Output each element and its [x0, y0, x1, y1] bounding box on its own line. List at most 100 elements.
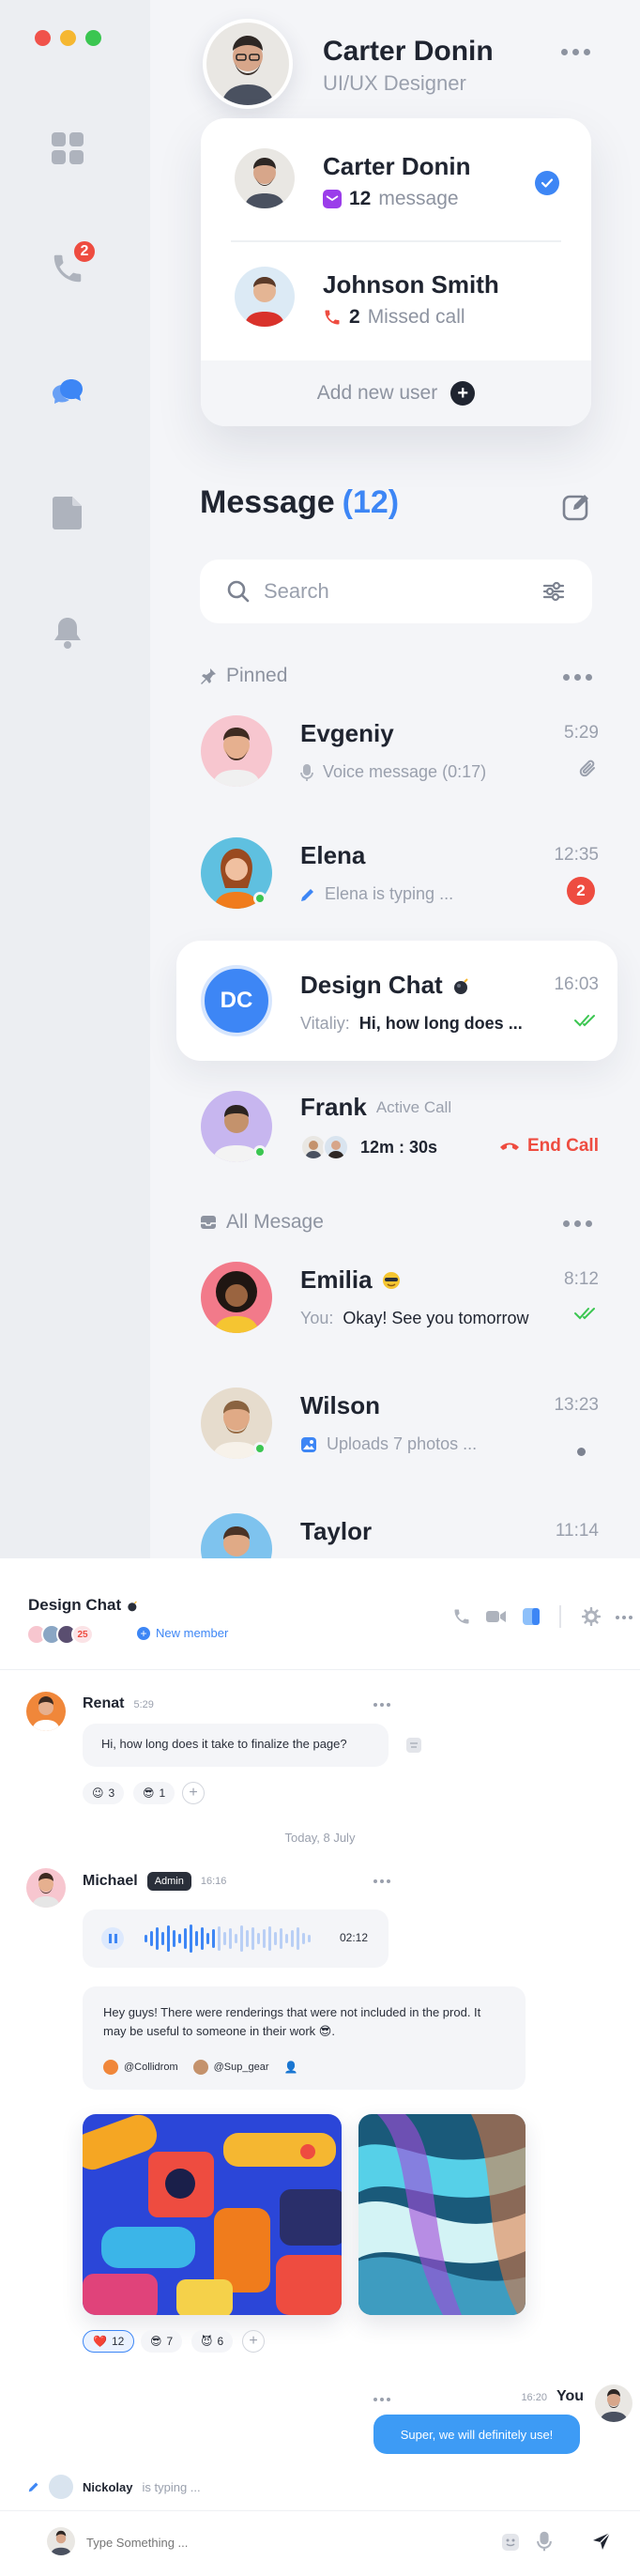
avatar-renat[interactable] — [26, 1692, 66, 1731]
chat-name: Elena — [300, 841, 366, 869]
video-call-icon[interactable] — [486, 1609, 507, 1629]
compose-icon[interactable] — [561, 492, 591, 527]
user-sub-carter: 12 message — [323, 188, 459, 210]
online-indicator — [253, 1145, 267, 1158]
conversation-more-icon[interactable] — [616, 1616, 632, 1619]
sidebar: 2 — [0, 0, 150, 1558]
chat-item-elena[interactable]: Elena 12:35 Elena is typing ... 2 — [176, 817, 617, 931]
inbox-icon — [201, 1216, 216, 1229]
mentions: @Collidrom @Sup_gear 👤 — [103, 2058, 297, 2077]
reaction-chip[interactable]: 😈 6 — [191, 2330, 234, 2353]
reaction-emoji: 😎 — [150, 2335, 162, 2348]
user-avatar-carter[interactable] — [235, 148, 295, 208]
grid-icon[interactable] — [47, 128, 88, 169]
message-time: 16:20 — [521, 2392, 547, 2403]
typing-indicator: Nickolay is typing ... — [28, 2475, 201, 2499]
chat-name-text: Emilia — [300, 1265, 373, 1294]
message-more-icon[interactable] — [373, 2398, 390, 2401]
window-close-dot[interactable] — [35, 30, 51, 46]
reaction-chip[interactable]: 😉 3 — [83, 1782, 125, 1804]
message-more-icon[interactable] — [373, 1703, 390, 1707]
date-divider: Today, 8 July — [284, 1831, 356, 1845]
profile-avatar[interactable] — [203, 19, 293, 109]
new-member-button[interactable]: + New member — [137, 1626, 228, 1640]
bell-icon[interactable] — [47, 612, 88, 653]
chat-item-design-chat[interactable]: DC Design Chat 16:03 Vitaliy: Hi, how lo… — [176, 941, 617, 1061]
reaction-chip[interactable]: ❤️ 12 — [83, 2330, 135, 2353]
settings-icon[interactable] — [581, 1606, 602, 1631]
image-attachment-abstract[interactable] — [358, 2114, 526, 2315]
chat-time: 8:12 — [564, 1269, 599, 1289]
voice-call-icon[interactable] — [452, 1607, 471, 1631]
pinned-more-icon[interactable] — [563, 674, 592, 681]
message-text: Super, we will definitely use! — [400, 2427, 554, 2442]
active-check-icon — [535, 171, 559, 195]
bomb-emoji-icon — [453, 977, 468, 994]
filter-icon[interactable] — [541, 579, 566, 604]
pinned-label: Pinned — [226, 665, 288, 686]
document-icon[interactable] — [47, 492, 88, 533]
online-indicator — [253, 892, 267, 905]
message-bubble-michael: Hey guys! There were renderings that wer… — [83, 1986, 526, 2090]
microphone-icon[interactable] — [537, 2531, 552, 2556]
send-button[interactable] — [591, 2531, 612, 2556]
chat-time: 12:35 — [554, 845, 599, 865]
message-text: Hey guys! There were renderings that wer… — [103, 2005, 481, 2038]
all-messages-more-icon[interactable] — [563, 1220, 592, 1227]
mention-chip[interactable]: @Sup_gear — [192, 2058, 269, 2077]
window-zoom-dot[interactable] — [85, 30, 101, 46]
search-input[interactable] — [264, 579, 541, 604]
mention-chip[interactable]: @Collidrom — [103, 2058, 178, 2077]
reaction-emoji: 😈 — [201, 2335, 213, 2348]
message-input[interactable] — [86, 2529, 480, 2555]
search-icon — [227, 580, 250, 603]
double-check-icon — [574, 1012, 599, 1034]
chat-icon[interactable] — [47, 370, 88, 411]
end-call-label: End Call — [526, 1136, 599, 1156]
chat-time: 16:03 — [554, 974, 599, 994]
reaction-count: 12 — [111, 2335, 125, 2348]
double-check-icon — [574, 1305, 599, 1326]
message-more-icon[interactable] — [373, 1879, 390, 1883]
reaction-chip[interactable]: 😎 1 — [133, 1782, 175, 1804]
message-time: 5:29 — [133, 1699, 154, 1710]
profile-more-icon[interactable] — [561, 49, 590, 55]
image-attachment-blocks[interactable] — [83, 2114, 342, 2315]
chat-item-wilson[interactable]: Wilson 13:23 Uploads 7 photos ... — [176, 1367, 617, 1481]
add-new-user-button[interactable]: Add new user + — [201, 360, 591, 426]
avatar — [201, 1513, 272, 1558]
pinned-section-label: Pinned — [200, 665, 287, 687]
sidebar-toggle-icon[interactable] — [522, 1607, 541, 1631]
chat-name: Taylor — [300, 1517, 373, 1545]
chat-item-frank[interactable]: Frank Active Call 12m : 30s End Call — [176, 1074, 617, 1188]
reaction-chip[interactable]: 😎 7 — [141, 2330, 183, 2353]
group-avatar: DC — [201, 965, 272, 1036]
end-call-button[interactable]: End Call — [499, 1136, 599, 1157]
window-minimize-dot[interactable] — [60, 30, 76, 46]
emoji-icon[interactable] — [501, 2533, 520, 2556]
avatar-michael[interactable] — [26, 1868, 66, 1908]
pause-button[interactable] — [101, 1927, 124, 1950]
user-avatar-johnson[interactable] — [235, 267, 295, 327]
chat-item-emilia[interactable]: Emilia 8:12 You: Okay! See you tomorrow — [176, 1241, 617, 1356]
avatar-you[interactable] — [595, 2384, 632, 2422]
composer-avatar — [47, 2527, 75, 2555]
member-avatars[interactable]: 25 — [26, 1624, 111, 1647]
mention-avatar — [192, 2060, 208, 2075]
header-divider — [559, 1605, 561, 1628]
pencil-icon — [301, 888, 313, 901]
chat-item-evgeniy[interactable]: Evgeniy 5:29 Voice message (0:17) — [176, 695, 617, 809]
translate-icon[interactable] — [405, 1737, 422, 1758]
card-divider — [231, 240, 561, 242]
add-reaction-button[interactable]: + — [182, 1782, 205, 1804]
add-reaction-button[interactable]: + — [242, 2330, 265, 2353]
chat-preview: Vitaliy: Hi, how long does ... — [300, 1014, 523, 1034]
add-mention-icon[interactable]: 👤 — [284, 2058, 298, 2077]
chat-name: Emilia — [300, 1265, 401, 1295]
chat-preview: Voice message (0:17) — [300, 762, 486, 782]
chat-item-taylor[interactable]: Taylor 11:14 — [176, 1493, 617, 1558]
search-bar — [200, 560, 592, 623]
unread-badge: 2 — [567, 877, 595, 905]
photos-icon — [301, 1436, 316, 1452]
messages-title-text: Message — [200, 484, 335, 520]
